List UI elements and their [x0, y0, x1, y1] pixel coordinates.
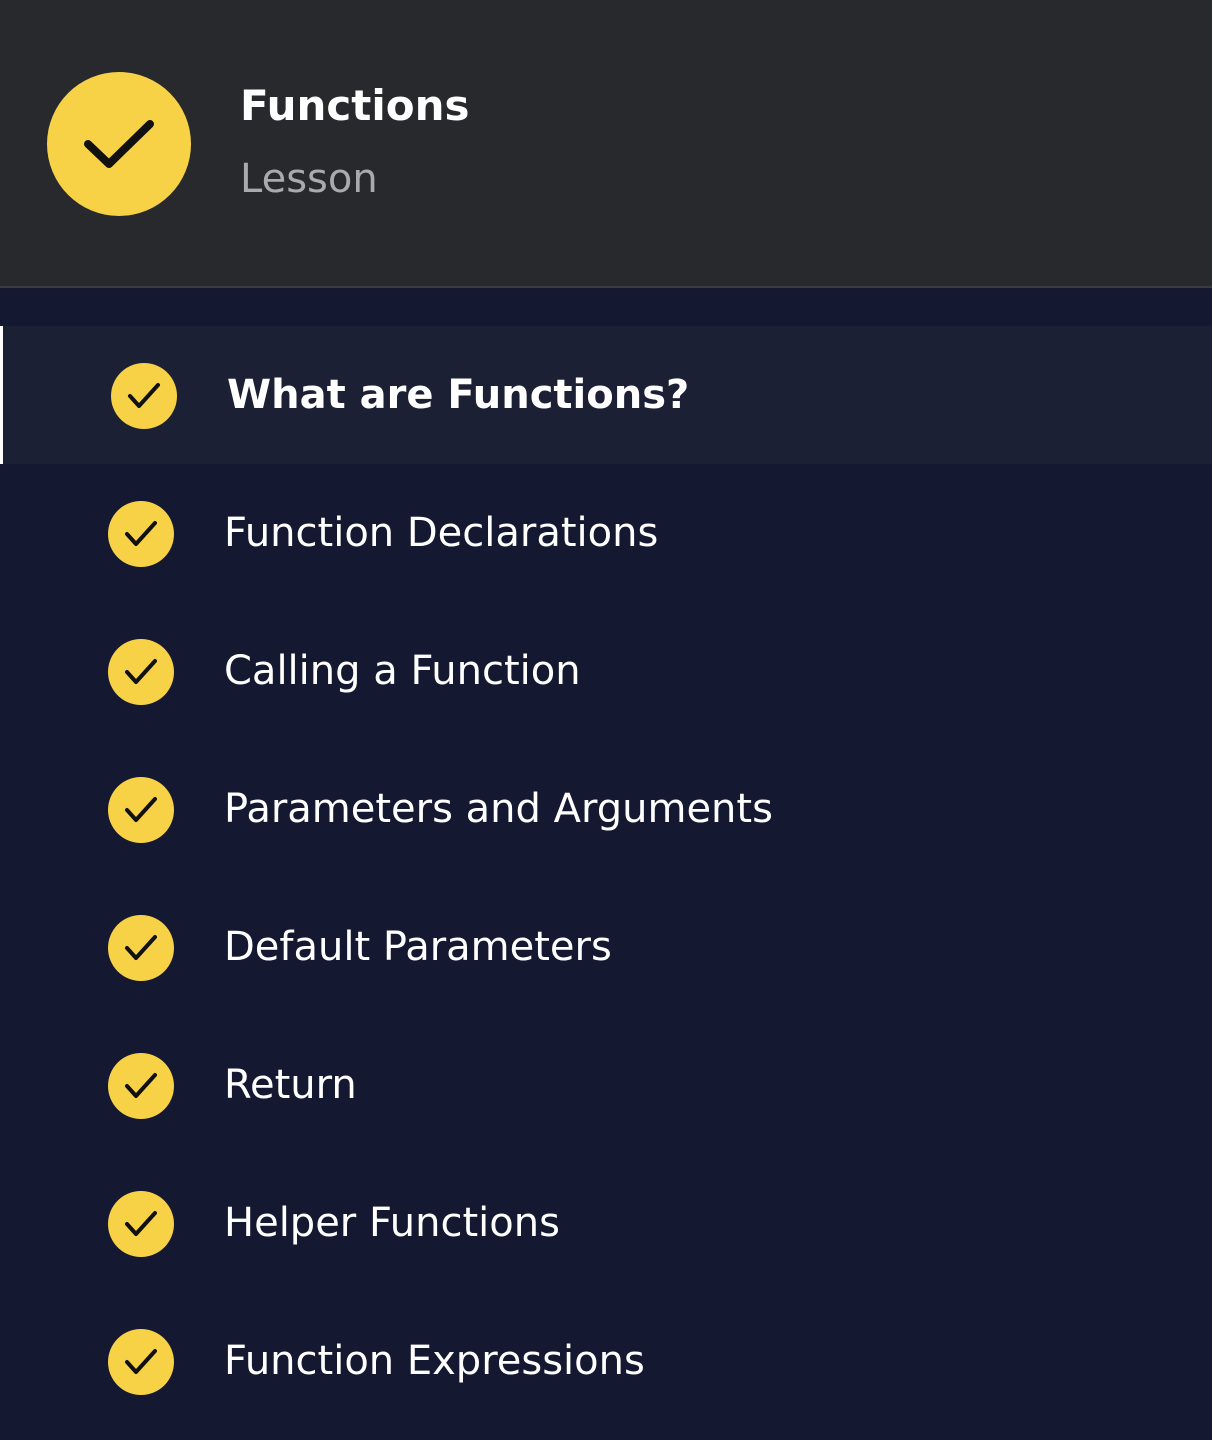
check-icon [108, 501, 174, 567]
list-item-function-expressions[interactable]: Function Expressions [0, 1292, 1212, 1430]
list-item-label: Function Declarations [224, 510, 659, 556]
list-item-default-parameters[interactable]: Default Parameters [0, 878, 1212, 1016]
lesson-exercise-list: What are Functions? Function Declaration… [0, 288, 1212, 1440]
list-item-return[interactable]: Return [0, 1016, 1212, 1154]
check-icon [111, 363, 177, 429]
list-item-what-are-functions[interactable]: What are Functions? [0, 326, 1212, 464]
check-icon [108, 1329, 174, 1395]
list-item-label: Helper Functions [224, 1200, 560, 1246]
list-item-parameters-and-arguments[interactable]: Parameters and Arguments [0, 740, 1212, 878]
list-item-label: Return [224, 1062, 357, 1108]
check-icon [108, 1053, 174, 1119]
lesson-title: Functions [240, 81, 470, 130]
check-icon [108, 1191, 174, 1257]
lesson-type-label: Lesson [240, 156, 378, 202]
list-item-label: Calling a Function [224, 648, 581, 694]
check-icon [108, 915, 174, 981]
lesson-complete-check-icon [47, 72, 191, 216]
check-icon [108, 639, 174, 705]
list-item-label: What are Functions? [227, 372, 690, 418]
list-item-label: Default Parameters [224, 924, 612, 970]
check-icon [108, 777, 174, 843]
lesson-header: Functions Lesson [0, 0, 1212, 288]
list-item-helper-functions[interactable]: Helper Functions [0, 1154, 1212, 1292]
list-item-calling-a-function[interactable]: Calling a Function [0, 602, 1212, 740]
list-item-label: Parameters and Arguments [224, 786, 773, 832]
check-icon [84, 120, 154, 168]
list-item-function-declarations[interactable]: Function Declarations [0, 464, 1212, 602]
list-item-label: Function Expressions [224, 1338, 645, 1384]
